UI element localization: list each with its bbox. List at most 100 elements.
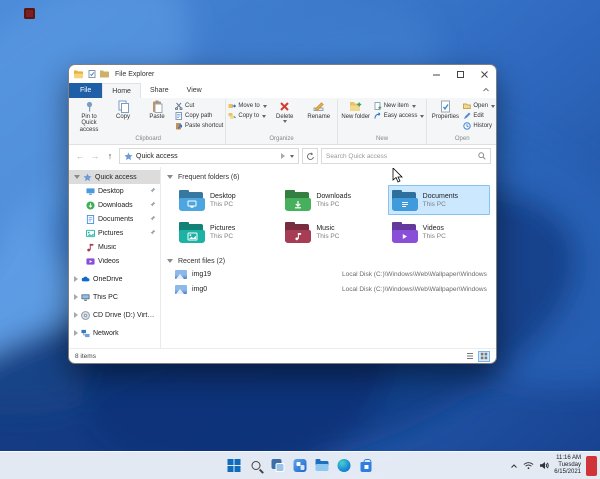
start-icon[interactable] [227, 458, 242, 473]
tab-file[interactable]: File [69, 83, 103, 98]
sidebar-item-music[interactable]: Music [69, 240, 160, 254]
network-icon [81, 329, 90, 338]
chevron-right-icon[interactable] [74, 312, 78, 318]
large-icons-view-button[interactable] [478, 350, 490, 362]
folder-tile-documents[interactable]: Documents This PC [387, 185, 490, 215]
edge-icon[interactable] [337, 458, 352, 473]
properties-button[interactable]: Properties [429, 99, 461, 120]
search-icon[interactable] [249, 458, 264, 473]
copy-path-button[interactable]: Copy path [175, 112, 223, 120]
chevron-down-icon[interactable] [74, 175, 80, 179]
move-to-button[interactable]: Move to [228, 102, 267, 110]
videos-folder-icon [391, 221, 418, 243]
copy-path-icon [175, 112, 183, 120]
navigation-pane: Quick access Desktop Downloads Documents [69, 167, 161, 348]
close-button[interactable] [472, 65, 496, 83]
sidebar-item-videos[interactable]: Videos [69, 254, 160, 268]
desktop-folder-icon [179, 189, 205, 211]
chevron-right-icon[interactable] [74, 294, 78, 300]
new-item-button[interactable]: New item [374, 102, 425, 110]
details-view-button[interactable] [464, 351, 476, 362]
sidebar-item-pictures[interactable]: Pictures [69, 226, 160, 240]
sidebar-item-onedrive[interactable]: OneDrive [69, 272, 160, 286]
desktop: File Explorer File Home Share View Pin t… [0, 0, 600, 479]
easy-access-button[interactable]: Easy access [374, 112, 425, 120]
chevron-right-icon[interactable] [74, 276, 78, 282]
frequent-folders-header[interactable]: Frequent folders (6) [167, 171, 490, 183]
file-row-img0[interactable]: img0 Local Disk (C:)\Windows\Web\Wallpap… [175, 282, 490, 297]
edit-button[interactable]: Edit [463, 112, 495, 120]
ribbon-group-new: New folder New item Easy access New [338, 99, 428, 144]
network-tray-icon[interactable] [523, 457, 534, 475]
downloads-icon [86, 200, 95, 210]
delete-button[interactable]: Delete [269, 99, 301, 124]
file-explorer-window: File Explorer File Home Share View Pin t… [68, 64, 497, 364]
new-group-label: New [376, 136, 389, 142]
refresh-button[interactable] [302, 148, 318, 164]
taskbar-clock[interactable]: 11:16 AM Tuesday 6/15/2021 [554, 455, 581, 476]
computer-icon [81, 293, 90, 302]
tab-view[interactable]: View [178, 83, 211, 98]
copy-button[interactable]: Copy [107, 99, 139, 120]
delete-icon [278, 100, 291, 113]
sidebar-item-downloads[interactable]: Downloads [69, 198, 160, 212]
star-icon [83, 172, 92, 182]
folder-tile-videos[interactable]: Videos This PC [388, 217, 490, 247]
sidebar-item-cd-drive[interactable]: CD Drive (D:) Virtual [69, 308, 160, 322]
open-group-label: Open [454, 136, 470, 142]
task-view-icon[interactable] [271, 458, 286, 473]
hidden-icons-chevron-icon[interactable] [510, 457, 518, 475]
file-row-img19[interactable]: img19 Local Disk (C:)\Windows\Web\Wallpa… [175, 267, 490, 282]
back-button[interactable]: ← [74, 149, 86, 163]
rename-button[interactable]: Rename [303, 99, 335, 120]
address-dropdown-icon[interactable] [290, 154, 294, 158]
address-breadcrumb[interactable]: Quick access [119, 148, 299, 164]
history-button[interactable]: History [463, 122, 495, 130]
image-file-icon [175, 270, 187, 279]
qat-properties-icon[interactable] [87, 70, 96, 79]
breadcrumb-chevron-icon[interactable] [281, 153, 285, 159]
chevron-right-icon[interactable] [74, 330, 78, 336]
folder-tile-downloads[interactable]: Downloads This PC [281, 185, 383, 215]
folder-tile-pictures[interactable]: Pictures This PC [175, 217, 277, 247]
sidebar-item-network[interactable]: Network [69, 326, 160, 340]
pin-to-quick-access-button[interactable]: Pin to Quick access [73, 99, 105, 133]
recent-files-header[interactable]: Recent files (2) [167, 255, 490, 267]
paste-shortcut-button[interactable]: Paste shortcut [175, 122, 223, 130]
sidebar-item-desktop[interactable]: Desktop [69, 184, 160, 198]
easy-access-icon [374, 112, 382, 120]
dropdown-arrow-icon [262, 114, 267, 118]
store-icon[interactable] [359, 458, 374, 473]
forward-button[interactable]: → [89, 149, 101, 163]
search-icon [478, 152, 486, 160]
tab-home[interactable]: Home [102, 83, 141, 98]
taskbar-center [227, 452, 374, 479]
search-input[interactable] [326, 152, 475, 160]
up-button[interactable]: ↑ [104, 149, 116, 163]
cut-button[interactable]: Cut [175, 102, 223, 111]
pictures-folder-icon [179, 221, 205, 243]
sidebar-item-documents[interactable]: Documents [69, 212, 160, 226]
sidebar-item-this-pc[interactable]: This PC [69, 290, 160, 304]
notification-badge[interactable] [586, 455, 597, 476]
tab-share[interactable]: Share [141, 83, 178, 98]
file-explorer-icon[interactable] [315, 458, 330, 473]
maximize-button[interactable] [448, 65, 472, 83]
image-file-icon [175, 285, 187, 294]
volume-icon[interactable] [539, 457, 549, 475]
content-pane: Frequent folders (6) Desktop This PC Dow… [161, 167, 496, 348]
sidebar-item-quick-access[interactable]: Quick access [69, 170, 160, 184]
collapse-chevron-icon [167, 175, 173, 179]
open-button[interactable]: Open [463, 102, 496, 110]
copy-to-button[interactable]: Copy to [228, 112, 267, 120]
new-folder-icon [349, 100, 362, 113]
new-folder-button[interactable]: New folder [340, 99, 372, 120]
widgets-icon[interactable] [293, 458, 308, 473]
qat-new-folder-icon[interactable] [100, 70, 109, 79]
paste-button[interactable]: Paste [141, 99, 173, 120]
folder-tile-music[interactable]: Music This PC [281, 217, 383, 247]
folder-tile-desktop[interactable]: Desktop This PC [175, 185, 277, 215]
copy-icon [117, 100, 130, 113]
ribbon-collapse-chevron-icon[interactable] [482, 86, 490, 96]
minimize-button[interactable] [424, 65, 448, 83]
